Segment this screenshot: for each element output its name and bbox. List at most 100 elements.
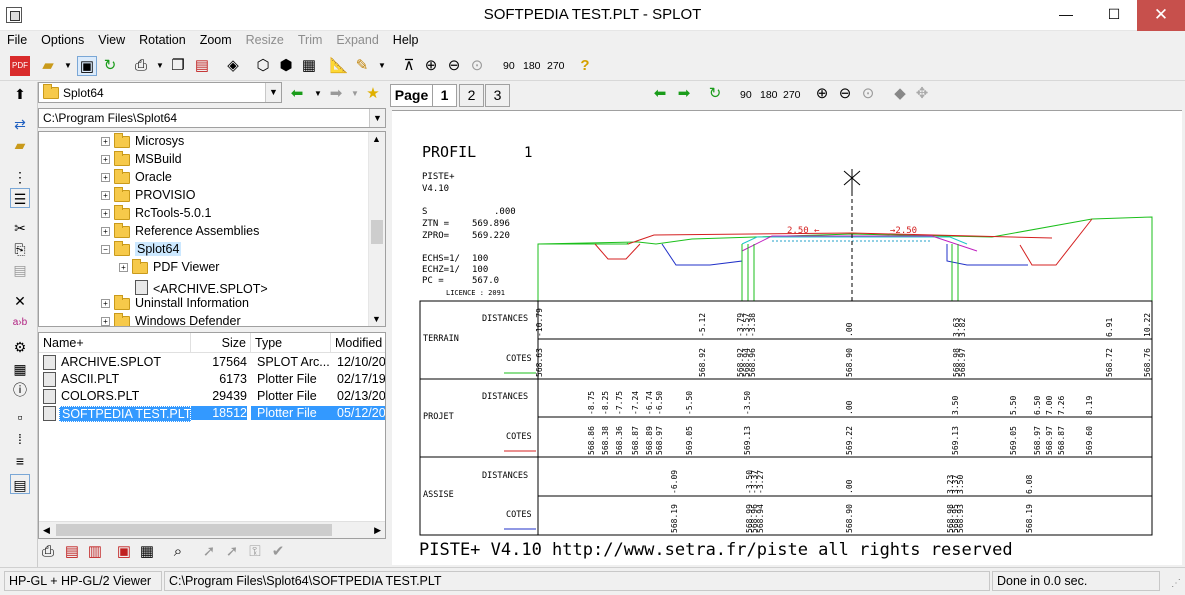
pdf-icon[interactable]: ▤	[192, 56, 212, 76]
zoom-in-icon[interactable]: ⊕	[421, 56, 441, 76]
viewer-zoom-window-icon[interactable]: ⊙	[858, 84, 878, 104]
split-view-icon[interactable]: ☰	[10, 188, 30, 208]
tree-item-uninstall-information[interactable]: + Uninstall Information	[101, 294, 249, 314]
prev-page-icon[interactable]: ⬅	[650, 84, 670, 104]
viewer-rotate-270[interactable]: 270	[783, 89, 801, 101]
layers-icon[interactable]: ◈	[223, 56, 243, 76]
delete-icon[interactable]: ✕	[10, 291, 30, 311]
cut-icon[interactable]: ✂	[10, 218, 30, 238]
tree-item-oracle[interactable]: + Oracle	[101, 168, 172, 188]
copy-icon[interactable]: ⎘	[10, 239, 30, 259]
file-row-selected[interactable]: SOFTPEDIA TEST.PLT 18512 Plotter File 05…	[39, 405, 385, 422]
back-arrow-icon[interactable]: ⬅	[287, 84, 307, 104]
print-icon[interactable]: ⎙	[131, 56, 151, 76]
file-list-scroll-thumb[interactable]	[56, 524, 332, 536]
zoom-window-icon[interactable]: ⊙	[467, 56, 487, 76]
chevron-down-icon[interactable]: ▼	[265, 83, 281, 102]
file-row[interactable]: ASCII.PLT 6173 Plotter File 02/17/19	[39, 371, 385, 388]
preview-icon[interactable]: ▣	[77, 56, 97, 76]
details-icon[interactable]: ▤	[10, 474, 30, 494]
convert-icon[interactable]: ▦	[137, 542, 157, 562]
column-header-modified[interactable]: Modified	[331, 333, 385, 353]
tree-item-reference-assemblies[interactable]: + Reference Assemblies	[101, 222, 259, 242]
tree-item-pdf-viewer[interactable]: + PDF Viewer	[119, 258, 219, 278]
menu-view[interactable]: View	[91, 31, 132, 51]
maximize-button[interactable]: ☐	[1091, 0, 1137, 31]
tree-view-icon[interactable]: ⋮	[10, 167, 30, 187]
pdf-file-icon[interactable]: ▤	[62, 542, 82, 562]
resize-grip-icon[interactable]: ⋰	[1171, 578, 1181, 589]
pencil-dropdown-icon[interactable]: ▼	[372, 56, 392, 76]
page-tab-1[interactable]: 1	[432, 84, 457, 107]
plot-canvas[interactable]: PROFIL 1 PISTE+ V4.10 S .000 ZTN = 569.8…	[392, 110, 1182, 565]
scan-icon[interactable]: ⌕	[168, 542, 188, 562]
file-row[interactable]: COLORS.PLT 29439 Plotter File 02/13/20	[39, 388, 385, 405]
tree-item-windows-defender[interactable]: + Windows Defender	[101, 312, 241, 326]
properties-icon[interactable]: ▦	[299, 56, 319, 76]
close-button[interactable]: ✕	[1137, 0, 1185, 31]
tree-scrollbar[interactable]: ▲ ▼	[368, 132, 385, 326]
small-icons-icon[interactable]: ⁞	[10, 429, 30, 449]
folder-sync-icon[interactable]: ▰	[10, 135, 30, 155]
large-icons-icon[interactable]: ▫	[10, 407, 30, 427]
pdf-edit-icon[interactable]: ▥	[85, 542, 105, 562]
forward-arrow-icon[interactable]: ➡	[326, 84, 346, 104]
rotate-90-button[interactable]: 90	[503, 60, 515, 72]
tree-item-splot64[interactable]: − Splot64	[101, 240, 182, 260]
page-tab-2[interactable]: 2	[459, 84, 484, 107]
info-icon[interactable]: ⓘ	[10, 380, 30, 400]
folder-combo[interactable]: Splot64 ▼	[38, 82, 282, 103]
chevron-down-icon[interactable]: ▼	[369, 109, 385, 127]
zoom-out-icon[interactable]: ⊖	[444, 56, 464, 76]
tree-item-provisio[interactable]: + PROVISIO	[101, 186, 195, 206]
page-tab-3[interactable]: 3	[485, 84, 510, 107]
file-list-hscrollbar[interactable]: ◀ ▶	[39, 521, 385, 538]
tree-item-archive[interactable]: <ARCHIVE.SPLOT>	[135, 278, 268, 296]
fit-icon[interactable]: ⊼	[399, 56, 419, 76]
list-icon[interactable]: ≡	[10, 451, 30, 471]
rename-icon[interactable]: a›b	[10, 313, 30, 333]
viewer-zoom-out-icon[interactable]: ⊖	[835, 84, 855, 104]
viewer-zoom-in-icon[interactable]: ⊕	[812, 84, 832, 104]
viewer-rotate-90[interactable]: 90	[740, 89, 752, 101]
minimize-button[interactable]: —	[1043, 0, 1089, 31]
tree-item-msbuild[interactable]: + MSBuild	[101, 150, 182, 170]
help-icon[interactable]: ?	[575, 56, 595, 76]
pencil-icon[interactable]: ✎	[352, 56, 372, 76]
settings-icon[interactable]: ⚙	[10, 337, 30, 357]
open-folder-icon[interactable]: ▰	[38, 56, 58, 76]
pan-icon[interactable]: ◆	[890, 84, 910, 104]
tree-item-rctools[interactable]: + RcTools-5.0.1	[101, 204, 211, 224]
menu-file[interactable]: File	[0, 31, 34, 51]
up-folder-icon[interactable]: ⬆	[10, 84, 30, 104]
sync-icon[interactable]: ⇄	[10, 114, 30, 134]
copy-page-icon[interactable]: ❐	[168, 56, 188, 76]
forward-dropdown-icon[interactable]: ▼	[345, 84, 365, 104]
cube-icon[interactable]: ⬡	[253, 56, 273, 76]
print-dropdown-icon[interactable]: ▼	[150, 56, 170, 76]
column-header-type[interactable]: Type	[251, 333, 331, 353]
open-dropdown-icon[interactable]: ▼	[58, 56, 78, 76]
menu-options[interactable]: Options	[34, 31, 91, 51]
favorites-star-icon[interactable]: ★	[363, 84, 383, 104]
file-row[interactable]: ARCHIVE.SPLOT 17564 SPLOT Arc... 12/10/2…	[39, 354, 385, 371]
print-file-icon[interactable]: ⎙	[38, 542, 58, 562]
column-header-name[interactable]: Name+	[39, 333, 191, 353]
pdf-export-icon[interactable]: PDF	[10, 56, 30, 76]
filter-icon[interactable]: ▦	[10, 359, 30, 379]
rotate-180-button[interactable]: 180	[523, 60, 541, 72]
scroll-right-icon[interactable]: ▶	[374, 525, 381, 536]
menu-help[interactable]: Help	[386, 31, 426, 51]
paste-icon[interactable]: ▤	[10, 260, 30, 280]
path-combo[interactable]: C:\Program Files\Splot64 ▼	[38, 108, 386, 128]
reload-icon[interactable]: ↻	[705, 84, 725, 104]
rotate-270-button[interactable]: 270	[547, 60, 565, 72]
refresh-icon[interactable]: ↻	[100, 56, 120, 76]
viewer-rotate-180[interactable]: 180	[760, 89, 778, 101]
menu-rotation[interactable]: Rotation	[132, 31, 193, 51]
column-header-size[interactable]: Size	[191, 333, 251, 353]
export-icon[interactable]: ▣	[114, 542, 134, 562]
menu-zoom[interactable]: Zoom	[193, 31, 239, 51]
ruler-icon[interactable]: 📐	[329, 56, 349, 76]
tree-scroll-thumb[interactable]	[371, 220, 383, 244]
